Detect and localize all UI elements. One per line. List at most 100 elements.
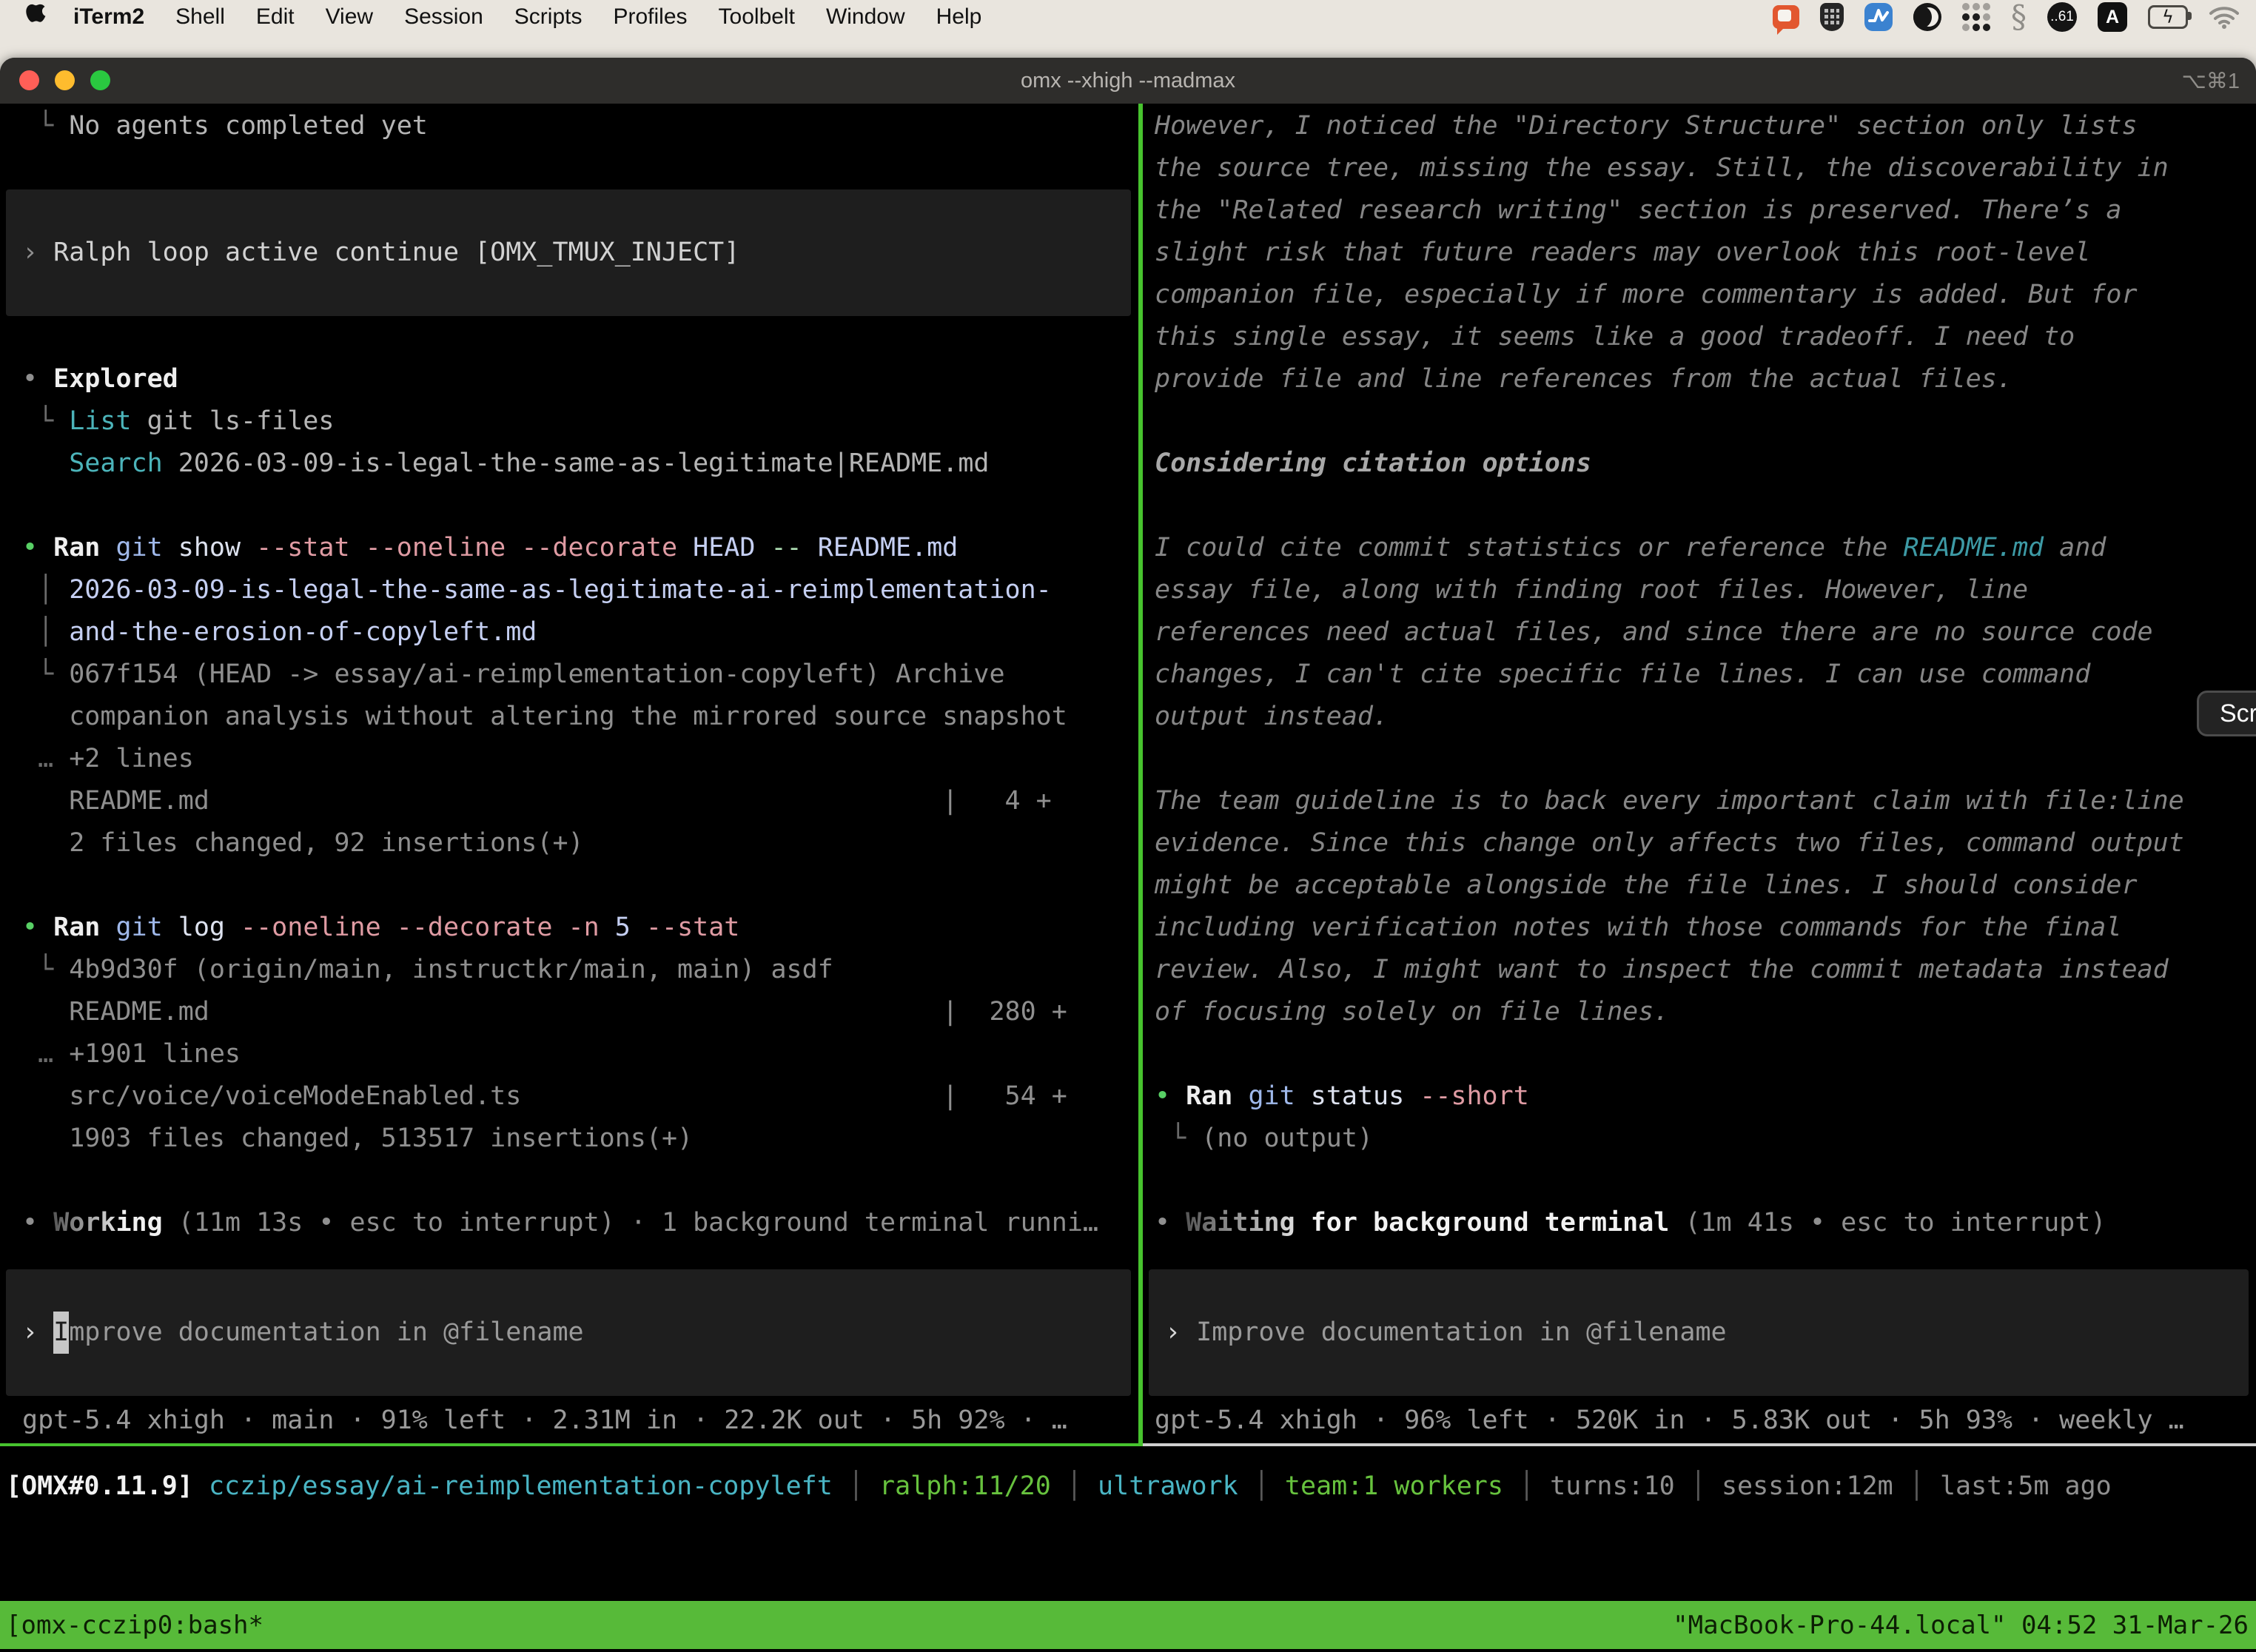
input-source-label: A bbox=[2106, 7, 2119, 28]
omx-segment: ultrawork bbox=[1098, 1471, 1238, 1501]
terminal-line: └ 4b9d30f (origin/main, instructkr/main,… bbox=[22, 949, 1138, 991]
omx-segment: │ bbox=[1238, 1471, 1285, 1501]
left-prompt-chevron: › bbox=[22, 1312, 53, 1354]
menu-item-toolbelt[interactable]: Toolbelt bbox=[703, 4, 810, 29]
window-shortcut-badge: ⌥⌘1 bbox=[2181, 68, 2240, 94]
omx-segment: │ bbox=[1051, 1471, 1098, 1501]
left-prompt-input[interactable]: › Improve documentation in @filename bbox=[6, 1269, 1131, 1396]
terminal-line: │ 2026-03-09-is-legal-the-same-as-legiti… bbox=[22, 569, 1138, 611]
close-button[interactable] bbox=[19, 70, 39, 90]
tmux-session-label: [omx-cczip0:bash* bbox=[0, 1611, 263, 1640]
omx-segment: turns:10 bbox=[1550, 1471, 1675, 1501]
diff-stat-line: src/voice/voiceModeEnabled.ts | 54 + bbox=[22, 1075, 1138, 1118]
menu-bar-left: iTerm2ShellEditViewSessionScriptsProfile… bbox=[0, 0, 997, 34]
blank-line bbox=[1155, 485, 2256, 527]
input-source-icon[interactable]: A bbox=[2098, 2, 2127, 32]
terminal-line: the "Related research writing" section i… bbox=[1155, 189, 2256, 232]
terminal-line: └ 067f154 (HEAD -> essay/ai-reimplementa… bbox=[22, 654, 1138, 696]
iterm2-window: omx --xhigh --madmax ⌥⌘1 └ No agents com… bbox=[0, 58, 2256, 1652]
omx-segment: team:1 workers bbox=[1285, 1471, 1503, 1501]
crescent-icon[interactable] bbox=[1913, 3, 1941, 31]
terminal-line: However, I noticed the "Directory Struct… bbox=[1155, 105, 2256, 147]
terminal-line: └ List git ls-files bbox=[22, 400, 1138, 443]
menu-item-view[interactable]: View bbox=[310, 4, 389, 29]
terminal-line: └ No agents completed yet bbox=[22, 105, 1138, 147]
terminal-line: output instead. bbox=[1155, 696, 2256, 738]
screen-share-tooltip: Scre bbox=[2197, 691, 2256, 736]
terminal-line: … +2 lines bbox=[22, 738, 1138, 780]
right-pane[interactable]: However, I noticed the "Directory Struct… bbox=[1143, 104, 2256, 1443]
dots-grid-icon[interactable] bbox=[1962, 3, 1990, 31]
apple-menu-icon[interactable] bbox=[25, 4, 47, 30]
omx-segment: │ bbox=[1893, 1471, 1940, 1501]
tmux-status-bar: [omx-cczip0:bash* "MacBook-Pro-44.local"… bbox=[0, 1601, 2256, 1649]
omx-status-line: [OMX#0.11.9] cczip/essay/ai-reimplementa… bbox=[0, 1446, 2256, 1508]
terminal-line: I could cite commit statistics or refere… bbox=[1155, 527, 2256, 569]
menu-item-help[interactable]: Help bbox=[921, 4, 998, 29]
left-status-line: gpt-5.4 xhigh · main · 91% left · 2.31M … bbox=[22, 1400, 1132, 1442]
injected-prompt-box[interactable]: › Ralph loop active continue [OMX_TMUX_I… bbox=[6, 189, 1131, 316]
terminal-panes: └ No agents completed yet › Ralph loop ac… bbox=[0, 104, 2256, 1443]
squiggle-icon[interactable]: § bbox=[2011, 3, 2027, 31]
omx-segment: cczip/essay/ai-reimplementation-copyleft bbox=[209, 1471, 833, 1501]
shield-grid-icon[interactable] bbox=[1820, 3, 1844, 31]
timer-badge-label: ..61 bbox=[2050, 9, 2074, 25]
terminal-line: changes, I can't cite specific file line… bbox=[1155, 654, 2256, 696]
terminal-line: review. Also, I might want to inspect th… bbox=[1155, 949, 2256, 991]
zoom-button[interactable] bbox=[90, 70, 110, 90]
right-prompt-input[interactable]: › Improve documentation in @filename bbox=[1149, 1269, 2249, 1396]
terminal-line: Search 2026-03-09-is-legal-the-same-as-l… bbox=[22, 443, 1138, 485]
diff-stat-line: README.md | 280 + bbox=[22, 991, 1138, 1033]
menu-bar: iTerm2ShellEditViewSessionScriptsProfile… bbox=[0, 0, 2256, 58]
window-title-bar[interactable]: omx --xhigh --madmax ⌥⌘1 bbox=[0, 58, 2256, 105]
battery-icon[interactable]: ϟ bbox=[2148, 5, 2188, 29]
omx-status-area: [OMX#0.11.9] cczip/essay/ai-reimplementa… bbox=[0, 1446, 2256, 1601]
blank-line bbox=[22, 485, 1138, 527]
menu-bar-status-icons: § ..61 A ϟ bbox=[1773, 0, 2256, 34]
terminal-line: references need actual files, and since … bbox=[1155, 611, 2256, 654]
right-status-line: gpt-5.4 xhigh · 96% left · 520K in · 5.8… bbox=[1155, 1400, 2250, 1442]
omx-segment: │ bbox=[1675, 1471, 1722, 1501]
terminal-line: companion analysis without altering the … bbox=[22, 696, 1138, 738]
minimize-button[interactable] bbox=[55, 70, 75, 90]
timer-badge-icon[interactable]: ..61 bbox=[2047, 2, 2077, 32]
right-input-text: Improve documentation in @filename bbox=[1196, 1312, 1726, 1354]
menu-item-window[interactable]: Window bbox=[810, 4, 921, 29]
omx-segment: │ bbox=[1503, 1471, 1550, 1501]
blank-line bbox=[1155, 1160, 2256, 1202]
charging-bolt-icon: ϟ bbox=[2163, 10, 2173, 24]
menu-item-session[interactable]: Session bbox=[389, 4, 499, 29]
terminal-line: • Waiting for background terminal (1m 41… bbox=[1155, 1202, 2256, 1244]
blue-zigzag-badge-icon[interactable] bbox=[1864, 3, 1893, 31]
omx-segment: [OMX#0.11.9] bbox=[6, 1471, 209, 1501]
menu-item-profiles[interactable]: Profiles bbox=[597, 4, 702, 29]
left-pane[interactable]: └ No agents completed yet › Ralph loop ac… bbox=[0, 104, 1138, 1443]
blank-line bbox=[22, 316, 1138, 358]
terminal-line: evidence. Since this change only affects… bbox=[1155, 822, 2256, 864]
blank-line bbox=[1155, 1033, 2256, 1075]
wifi-icon[interactable] bbox=[2209, 5, 2240, 29]
terminal-line: provide file and line references from th… bbox=[1155, 358, 2256, 400]
terminal-line: 2 files changed, 92 insertions(+) bbox=[22, 822, 1138, 864]
right-pane-scroll: However, I noticed the "Directory Struct… bbox=[1143, 105, 2256, 1244]
omx-segment: ralph:11/20 bbox=[879, 1471, 1051, 1501]
menu-item-shell[interactable]: Shell bbox=[160, 4, 241, 29]
diff-stat-line: README.md | 4 + bbox=[22, 780, 1138, 822]
traffic-lights bbox=[19, 70, 110, 90]
omx-segment: session:12m bbox=[1722, 1471, 1893, 1501]
terminal-line: • Ran git log --oneline --decorate -n 5 … bbox=[22, 907, 1138, 949]
right-prompt-chevron: › bbox=[1165, 1312, 1196, 1354]
terminal-line: └ (no output) bbox=[1155, 1118, 2256, 1160]
tmux-host-clock-label: "MacBook-Pro-44.local" 04:52 31-Mar-26 bbox=[1673, 1611, 2256, 1640]
menu-item-edit[interactable]: Edit bbox=[241, 4, 310, 29]
below-tmux-strip bbox=[0, 1649, 2256, 1652]
blank-line bbox=[22, 864, 1138, 907]
terminal-line: │ and-the-erosion-of-copyleft.md bbox=[22, 611, 1138, 654]
left-input-cursor: I bbox=[53, 1312, 69, 1354]
terminal-line: • Ran git status --short bbox=[1155, 1075, 2256, 1118]
menu-item-scripts[interactable]: Scripts bbox=[499, 4, 598, 29]
menu-item-iterm2[interactable]: iTerm2 bbox=[58, 4, 160, 29]
chat-bubble-icon[interactable] bbox=[1773, 5, 1799, 29]
terminal-line: • Explored bbox=[22, 358, 1138, 400]
omx-segment: │ bbox=[833, 1471, 879, 1501]
